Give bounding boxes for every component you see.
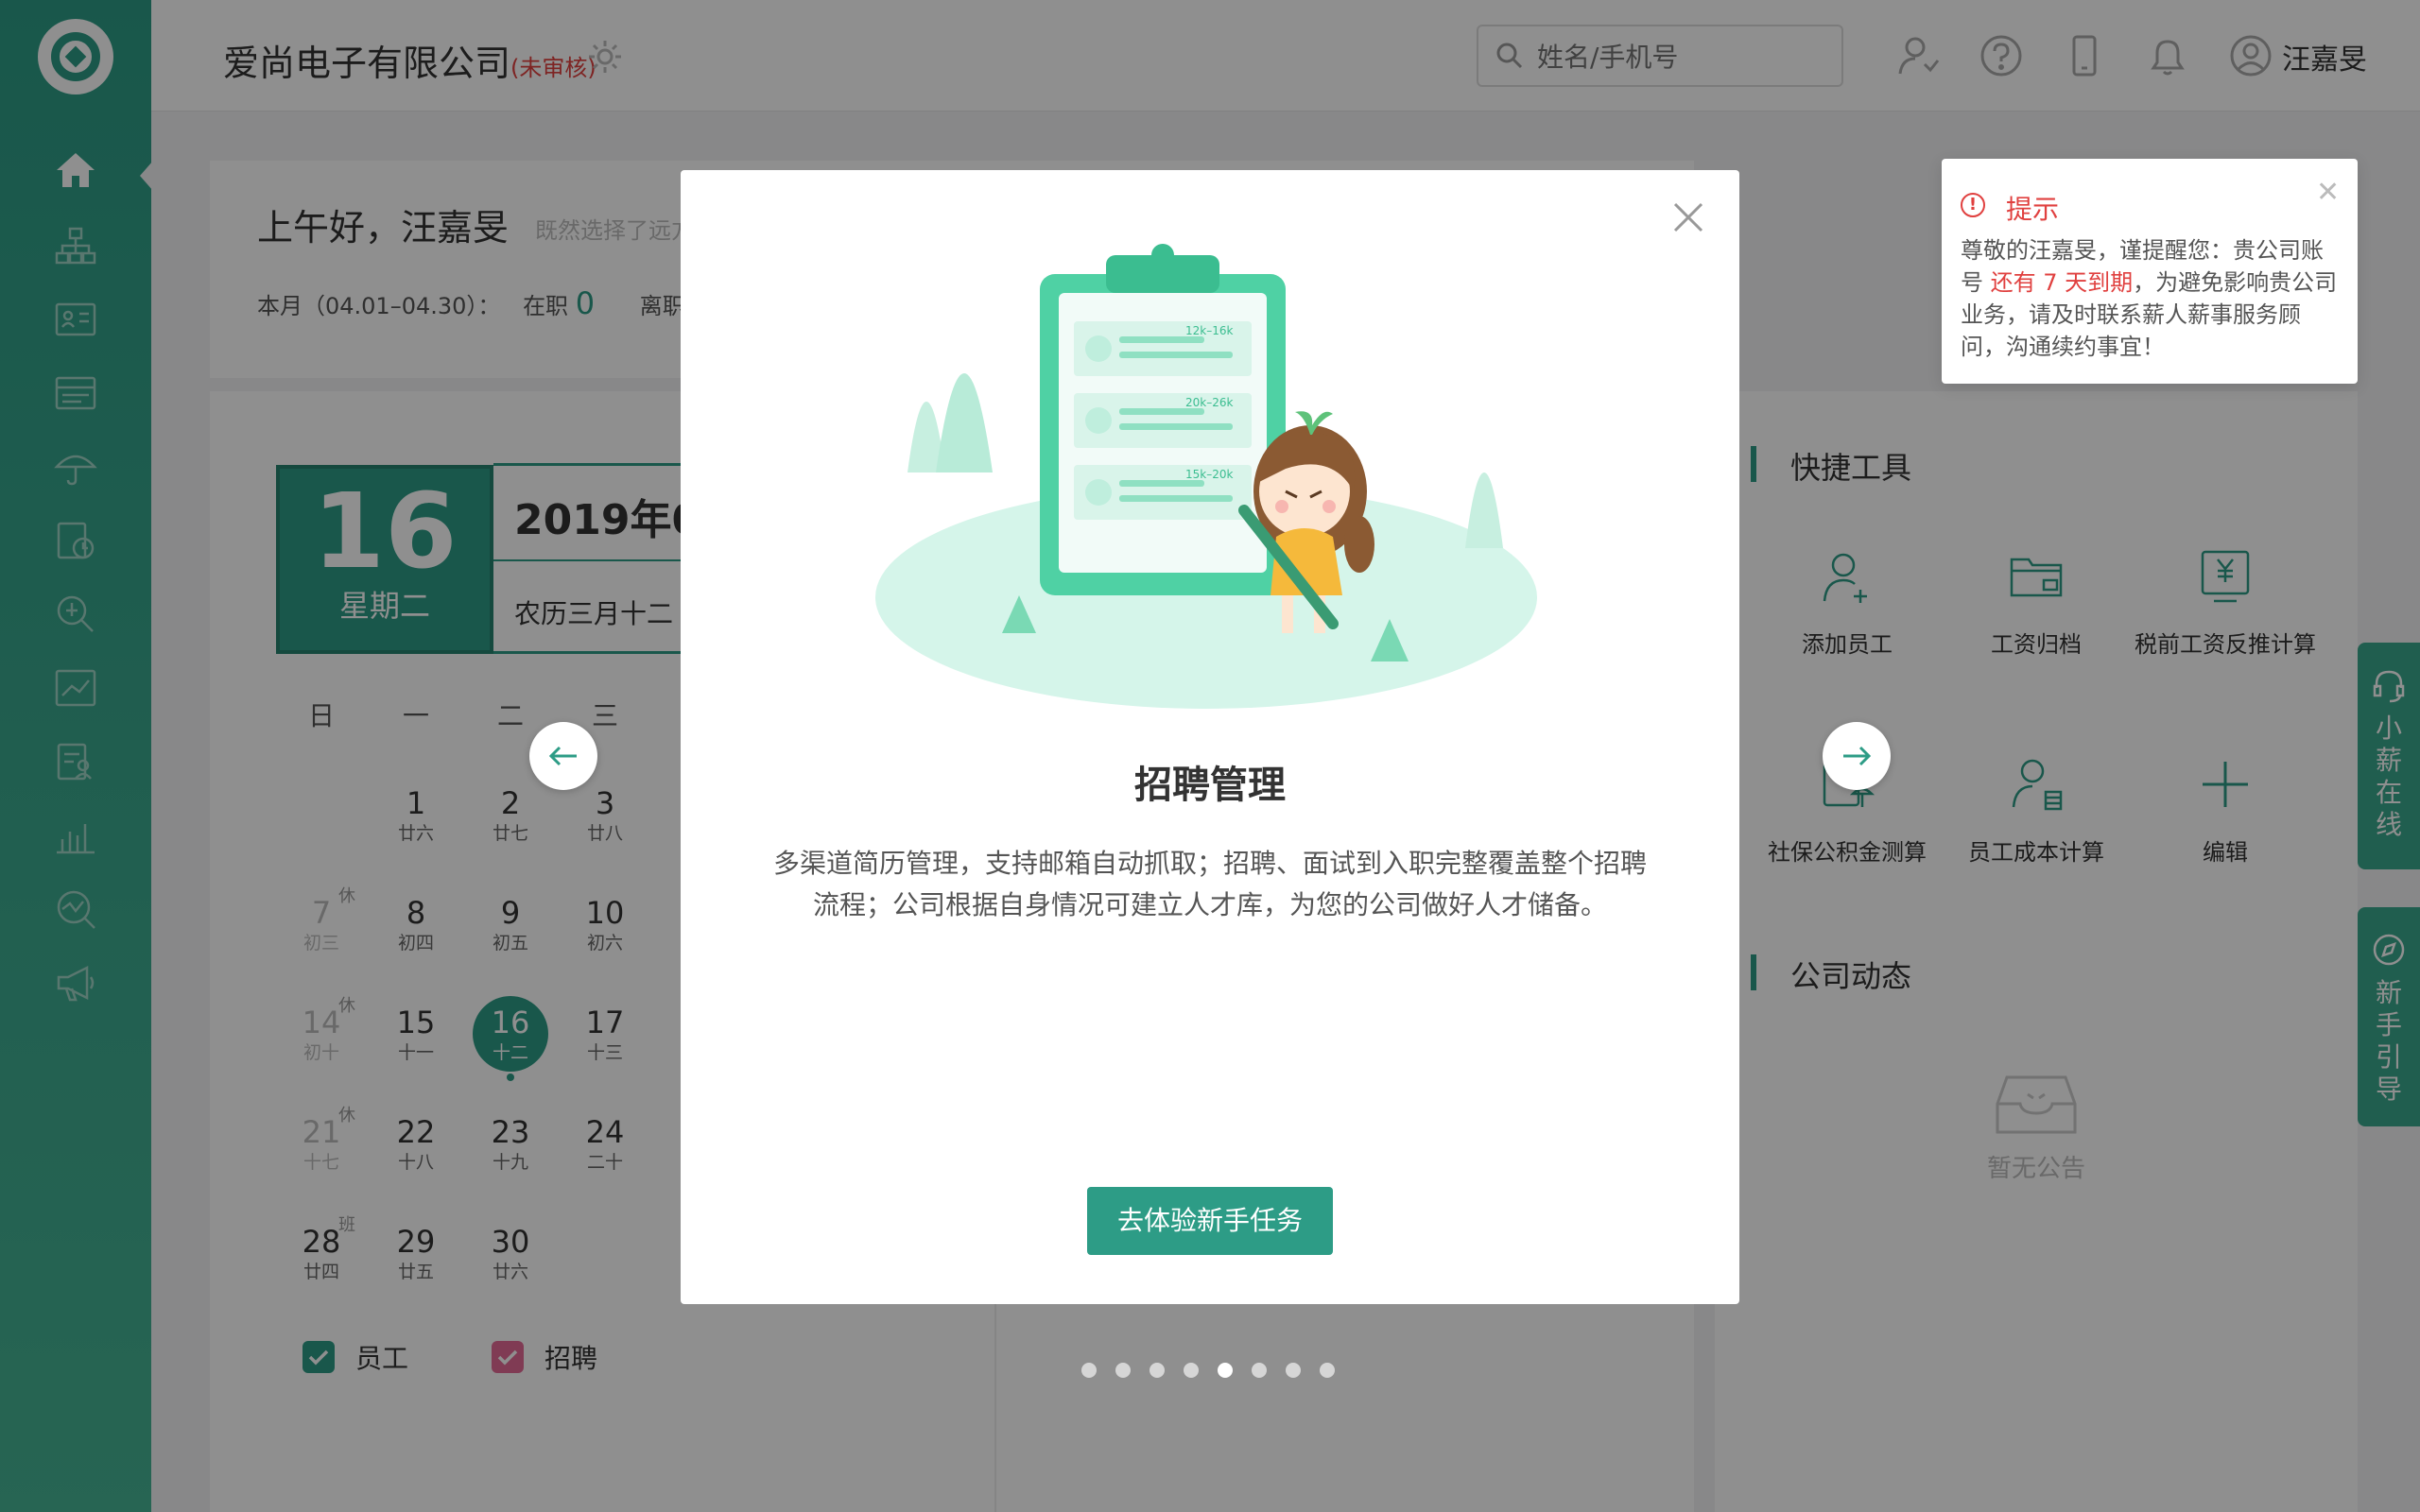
slide-dot[interactable]	[1252, 1363, 1267, 1378]
slide-dot[interactable]	[1286, 1363, 1301, 1378]
slide-dot[interactable]	[1115, 1363, 1131, 1378]
slide-dot[interactable]	[1150, 1363, 1165, 1378]
illustration-salary-3: 15k–20k	[1185, 468, 1233, 481]
recruitment-illustration: 12k–16k 20k–26k 15k–20k	[870, 236, 1550, 728]
next-slide-button[interactable]	[1823, 722, 1891, 790]
arrow-right-icon	[1843, 746, 1872, 766]
slide-dot[interactable]	[1218, 1363, 1233, 1378]
try-new-task-button[interactable]: 去体验新手任务	[1087, 1187, 1333, 1255]
modal-description: 多渠道简历管理，支持邮箱自动抓取；招聘、面试到入职完整覆盖整个招聘流程；公司根据…	[772, 848, 1647, 920]
slide-dot[interactable]	[1320, 1363, 1335, 1378]
modal-title: 招聘管理	[1134, 764, 1286, 807]
notice-expiry-highlight: 还有 7 天到期	[1990, 269, 2134, 296]
notice-title: 提示	[2006, 194, 2060, 225]
slide-pagination	[1081, 1363, 1354, 1380]
slide-dot[interactable]	[1081, 1363, 1097, 1378]
notice-body: 尊敬的汪嘉旻，谨提醒您：贵公司账号 还有 7 天到期，为避免影响贵公司业务，请及…	[1961, 234, 2342, 363]
prev-slide-button[interactable]	[529, 722, 597, 790]
illustration-salary-2: 20k–26k	[1185, 396, 1233, 409]
alert-icon: !	[1961, 193, 1985, 217]
arrow-left-icon	[548, 746, 577, 766]
illustration-salary-1: 12k–16k	[1185, 324, 1233, 337]
slide-dot[interactable]	[1184, 1363, 1199, 1378]
notice-close-icon[interactable]: ✕	[2316, 176, 2340, 209]
modal-close-icon[interactable]	[1671, 200, 1705, 234]
